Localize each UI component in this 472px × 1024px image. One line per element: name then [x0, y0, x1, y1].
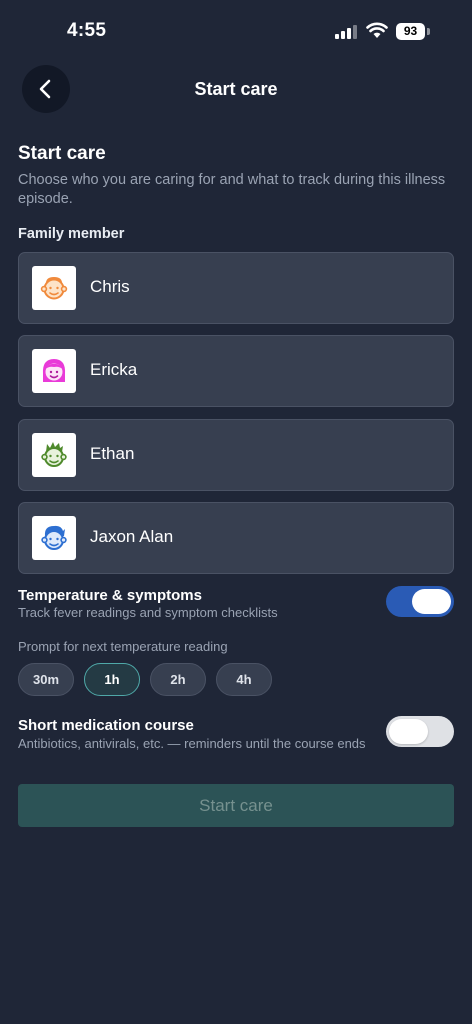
- start-care-button[interactable]: Start care: [18, 784, 454, 827]
- battery-indicator: 93: [396, 23, 432, 40]
- page-description: Choose who you are caring for and what t…: [18, 172, 446, 207]
- nav-title: Start care: [194, 79, 278, 99]
- member-name: Jaxon Alan: [90, 526, 174, 546]
- interval-option-1h[interactable]: 1h: [84, 663, 140, 696]
- battery-cap: [427, 28, 430, 35]
- avatar: [32, 432, 76, 477]
- prompt-interval-label: Prompt for next temperature reading: [18, 639, 228, 654]
- member-card-ericka[interactable]: Ericka: [18, 335, 454, 408]
- medication-toggle[interactable]: [386, 716, 454, 747]
- boy-face-icon: [40, 277, 68, 300]
- toggle-knob: [389, 719, 428, 744]
- medication-subtitle: Antibiotics, antivirals, etc. — reminder…: [18, 736, 366, 751]
- status-bar: 4:55 93: [0, 0, 472, 60]
- family-member-list: Chris Ericka Ethan Jaxon Alan: [18, 252, 454, 585]
- member-card-ethan[interactable]: Ethan: [18, 418, 454, 491]
- battery-level: 93: [396, 23, 425, 40]
- member-card-jaxon-alan[interactable]: Jaxon Alan: [18, 501, 454, 574]
- cellular-signal-icon: [335, 25, 357, 39]
- interval-option-4h[interactable]: 4h: [216, 663, 272, 696]
- avatar: [32, 349, 76, 394]
- avatar: [32, 515, 76, 560]
- boy-face-icon: [41, 525, 67, 550]
- interval-option-2h[interactable]: 2h: [150, 663, 206, 696]
- page-title: Start care: [18, 143, 106, 164]
- interval-option-30m[interactable]: 30m: [18, 663, 74, 696]
- girl-face-icon: [42, 359, 66, 383]
- temperature-subtitle: Track fever readings and symptom checkli…: [18, 605, 278, 620]
- toggle-knob: [412, 589, 451, 614]
- family-member-label: Family member: [18, 226, 125, 242]
- boy-face-icon: [41, 441, 67, 467]
- prompt-interval-options: 30m 1h 2h 4h: [18, 663, 282, 696]
- avatar: [32, 266, 76, 310]
- member-name: Ericka: [90, 360, 138, 380]
- member-name: Ethan: [90, 443, 135, 463]
- temperature-title: Temperature & symptoms: [18, 587, 202, 604]
- status-time: 4:55: [67, 20, 107, 41]
- wifi-icon: [366, 22, 388, 38]
- medication-title: Short medication course: [18, 717, 194, 734]
- temperature-toggle[interactable]: [386, 586, 454, 617]
- member-card-chris[interactable]: Chris: [18, 252, 454, 324]
- member-name: Chris: [90, 277, 130, 296]
